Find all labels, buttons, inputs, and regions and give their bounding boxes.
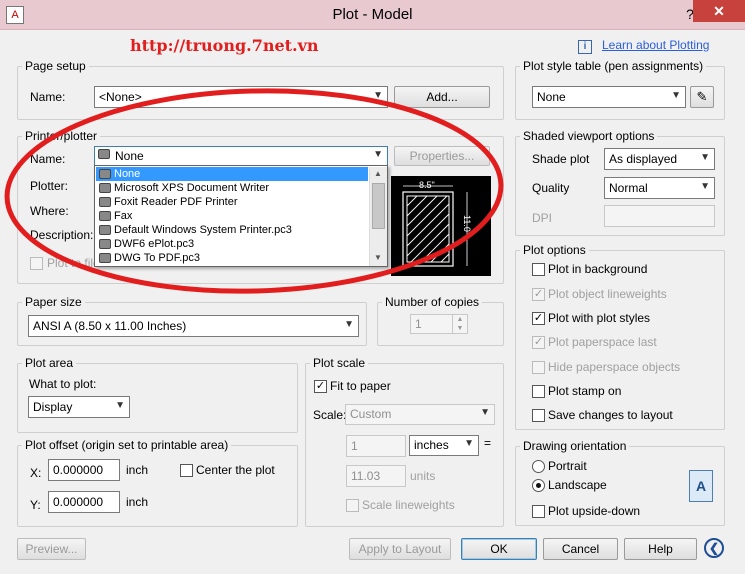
- shade-plot-combo[interactable]: As displayed ▼: [604, 148, 715, 170]
- apply-to-layout-button[interactable]: Apply to Layout: [349, 538, 451, 560]
- chevron-down-icon: ▼: [700, 152, 710, 163]
- plot-options-title: Plot options: [520, 243, 589, 257]
- plot-paperspace-last-label: Plot paperspace last: [548, 335, 657, 349]
- dpi-input[interactable]: [604, 205, 715, 227]
- plot-in-background-label: Plot in background: [548, 262, 648, 276]
- chevron-down-icon: ▼: [464, 438, 474, 449]
- preview-button[interactable]: Preview...: [17, 538, 86, 560]
- scale-units-label: units: [410, 469, 436, 483]
- plot-object-lineweights-checkbox[interactable]: ✓: [532, 288, 545, 301]
- landscape-radio[interactable]: [532, 479, 545, 492]
- quality-label: Quality: [532, 181, 570, 195]
- what-to-plot-value: Display: [33, 400, 73, 414]
- help-footer-button[interactable]: Help: [624, 538, 697, 560]
- expand-options-icon[interactable]: ❮: [704, 538, 724, 558]
- edit-plot-style-button[interactable]: ✎: [690, 86, 714, 108]
- save-changes-label: Save changes to layout: [548, 408, 673, 422]
- shade-plot-value: As displayed: [609, 152, 678, 166]
- offset-x-label: X:: [30, 466, 42, 480]
- scale-numerator-value: 1: [351, 439, 358, 453]
- plot-offset-group: [17, 445, 298, 527]
- offset-x-input[interactable]: 0.000000: [48, 459, 120, 481]
- portrait-label: Portrait: [548, 459, 587, 473]
- info-icon: i: [578, 40, 592, 54]
- copies-spinner[interactable]: ▲ ▼: [452, 315, 467, 333]
- fit-to-paper-checkbox[interactable]: ✓: [314, 380, 327, 393]
- chevron-down-icon: ▼: [700, 181, 710, 192]
- shade-plot-label: Shade plot: [532, 152, 590, 166]
- watermark-text: http://truong.7net.vn: [130, 36, 319, 55]
- offset-x-value: 0.000000: [53, 463, 104, 477]
- offset-y-input[interactable]: 0.000000: [48, 491, 120, 513]
- plot-stamp-on-checkbox[interactable]: [532, 385, 545, 398]
- orientation-title: Drawing orientation: [520, 439, 630, 453]
- cancel-button[interactable]: Cancel: [543, 538, 618, 560]
- plot-scale-title: Plot scale: [310, 356, 369, 370]
- save-changes-checkbox[interactable]: [532, 409, 545, 422]
- plot-in-background-checkbox[interactable]: [532, 263, 545, 276]
- plot-upside-down-label: Plot upside-down: [548, 504, 641, 518]
- scale-units-input[interactable]: 11.03: [346, 465, 406, 487]
- what-to-plot-combo[interactable]: Display ▼: [28, 396, 130, 418]
- scale-unit-combo[interactable]: inches ▼: [409, 435, 479, 456]
- hide-paperspace-objects-checkbox[interactable]: [532, 361, 545, 374]
- close-button[interactable]: ✕: [693, 0, 745, 22]
- paper-size-title: Paper size: [22, 295, 85, 309]
- scale-units-value: 11.03: [351, 469, 381, 483]
- plot-upside-down-checkbox[interactable]: [532, 505, 545, 518]
- portrait-radio[interactable]: [532, 460, 545, 473]
- plot-object-lineweights-label: Plot object lineweights: [548, 287, 667, 301]
- offset-y-value: 0.000000: [53, 495, 104, 509]
- scale-value: Custom: [350, 407, 392, 421]
- scale-lineweights-checkbox[interactable]: [346, 499, 359, 512]
- ok-button[interactable]: OK: [461, 538, 537, 560]
- hide-paperspace-objects-label: Hide paperspace objects: [548, 360, 681, 374]
- center-plot-checkbox[interactable]: [180, 464, 193, 477]
- scale-combo[interactable]: Custom ▼: [345, 404, 495, 425]
- plot-paperspace-last-checkbox[interactable]: ✓: [532, 336, 545, 349]
- shaded-viewport-title: Shaded viewport options: [520, 129, 658, 143]
- landscape-label: Landscape: [548, 478, 607, 492]
- copies-value: 1: [415, 317, 422, 331]
- offset-y-unit: inch: [126, 495, 149, 509]
- plot-stamp-on-label: Plot stamp on: [548, 384, 622, 398]
- scale-lineweights-label: Scale lineweights: [362, 498, 455, 512]
- scale-equals: =: [484, 436, 492, 450]
- center-plot-label: Center the plot: [196, 463, 275, 477]
- quality-value: Normal: [609, 181, 648, 195]
- annotation-ellipse: [4, 88, 504, 294]
- scale-label: Scale:: [313, 408, 347, 422]
- learn-about-plotting-link[interactable]: Learn about Plotting: [602, 38, 709, 52]
- quality-combo[interactable]: Normal ▼: [604, 177, 715, 199]
- chevron-down-icon: ▼: [671, 90, 681, 101]
- plot-style-value: None: [537, 90, 566, 104]
- orientation-page-icon: A: [689, 470, 713, 502]
- paper-size-value: ANSI A (8.50 x 11.00 Inches): [33, 319, 187, 333]
- plot-offset-title: Plot offset (origin set to printable are…: [22, 438, 232, 452]
- plot-with-plot-styles-checkbox[interactable]: ✓: [532, 312, 545, 325]
- fit-to-paper-label: Fit to paper: [330, 379, 391, 393]
- pencil-icon: ✎: [696, 89, 708, 104]
- radio-selected-dot: [536, 483, 541, 488]
- offset-y-label: Y:: [30, 498, 41, 512]
- offset-x-unit: inch: [126, 463, 149, 477]
- page-setup-title: Page setup: [22, 59, 89, 73]
- chevron-down-icon: ▼: [344, 319, 354, 330]
- paper-size-combo[interactable]: ANSI A (8.50 x 11.00 Inches) ▼: [28, 315, 359, 337]
- copies-title: Number of copies: [382, 295, 483, 309]
- plot-with-plot-styles-label: Plot with plot styles: [548, 311, 651, 325]
- plot-style-combo[interactable]: None ▼: [532, 86, 686, 108]
- chevron-down-icon: ▼: [115, 400, 125, 411]
- dpi-label: DPI: [532, 211, 553, 225]
- plot-area-title: Plot area: [22, 356, 77, 370]
- plot-style-title: Plot style table (pen assignments): [520, 59, 707, 73]
- scale-unit-value: inches: [414, 438, 449, 452]
- what-to-plot-label: What to plot:: [29, 377, 97, 391]
- scale-numerator-input[interactable]: 1: [346, 435, 406, 457]
- window-title: Plot - Model: [332, 6, 413, 23]
- chevron-down-icon: ▼: [480, 407, 490, 418]
